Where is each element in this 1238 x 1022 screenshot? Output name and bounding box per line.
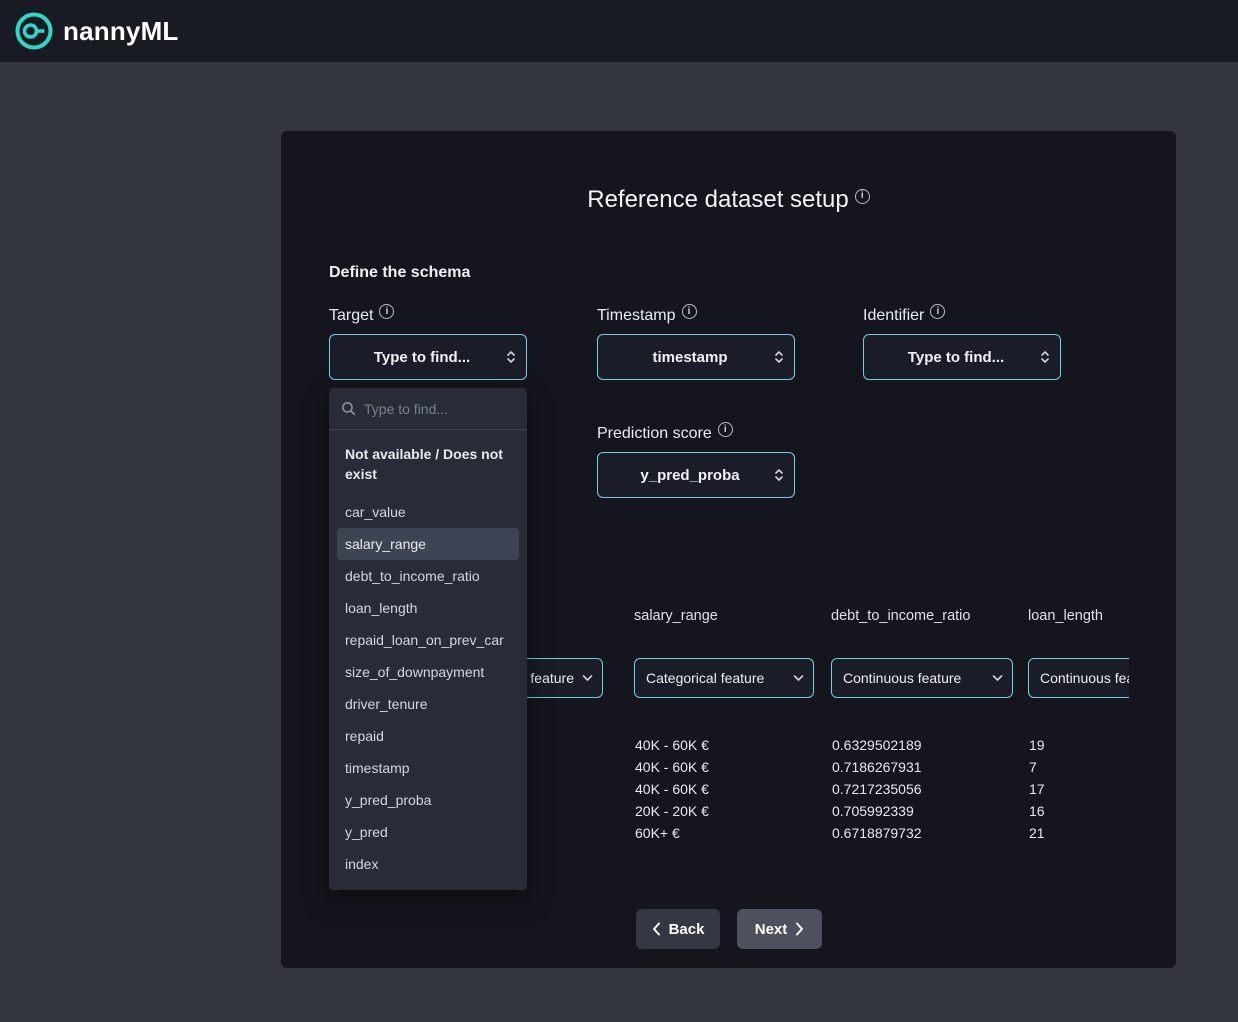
timestamp-select-value: timestamp	[638, 349, 753, 366]
table-cell: 19	[1029, 734, 1045, 756]
dropdown-option[interactable]: debt_to_income_ratio	[337, 560, 519, 592]
back-button[interactable]: Back	[636, 909, 720, 949]
dropdown-option-list: Not available / Does not exist car_value…	[329, 430, 527, 890]
next-button-label: Next	[755, 921, 788, 938]
column-cells: 19 7 17 16 21	[1029, 734, 1045, 844]
table-cell: 7	[1029, 756, 1045, 778]
table-cell: 16	[1029, 800, 1045, 822]
table-cell: 0.705992339	[832, 800, 922, 822]
prediction-score-label: Prediction score	[597, 425, 712, 442]
dropdown-option[interactable]: repaid	[337, 720, 519, 752]
prediction-score-field: Prediction score i y_pred_proba	[597, 422, 795, 498]
dropdown-option[interactable]: y_pred	[337, 816, 519, 848]
column-cells: 0.6329502189 0.7186267931 0.7217235056 0…	[832, 734, 922, 844]
target-field: Targeti Type to find...	[329, 304, 527, 380]
chevron-right-icon	[795, 922, 804, 936]
target-select[interactable]: Type to find...	[329, 334, 527, 380]
feature-type-value: Continuous feature	[1029, 670, 1129, 686]
chevron-down-icon	[992, 674, 1003, 682]
updown-chevron-icon	[1039, 348, 1051, 366]
table-cell: 0.6329502189	[832, 734, 922, 756]
column-header: salary_range	[634, 608, 718, 624]
dropdown-option[interactable]: repaid_loan_on_prev_car	[337, 624, 519, 656]
column-cells: 40K - 60K € 40K - 60K € 40K - 60K € 20K …	[635, 734, 709, 844]
table-cell: 0.6718879732	[832, 822, 922, 844]
identifier-label: Identifier	[863, 307, 924, 324]
title-info-icon[interactable]: i	[855, 189, 870, 204]
nannyml-logo-icon	[14, 11, 54, 51]
dropdown-option[interactable]: loan_length	[337, 592, 519, 624]
dropdown-option[interactable]: size_of_downpayment	[337, 656, 519, 688]
target-info-icon[interactable]: i	[379, 304, 394, 319]
table-column-loan-length: loan_length Continuous feature 19 7 17 1…	[1028, 601, 1129, 871]
timestamp-label: Timestamp	[597, 307, 676, 324]
dropdown-search	[329, 388, 527, 430]
timestamp-select[interactable]: timestamp	[597, 334, 795, 380]
chevron-down-icon	[793, 674, 804, 682]
identifier-select-value: Type to find...	[894, 349, 1030, 366]
prediction-score-select[interactable]: y_pred_proba	[597, 452, 795, 498]
navbar: nannyML	[0, 0, 1238, 62]
feature-type-value: Categorical feature	[635, 670, 793, 686]
dropdown-option[interactable]: index	[337, 848, 519, 880]
brand-name: nannyML	[63, 16, 179, 47]
table-cell: 40K - 60K €	[635, 734, 709, 756]
back-button-label: Back	[669, 921, 705, 938]
table-cell: 0.7217235056	[832, 778, 922, 800]
table-cell: 40K - 60K €	[635, 778, 709, 800]
timestamp-info-icon[interactable]: i	[682, 304, 697, 319]
chevron-down-icon	[582, 674, 593, 682]
chevron-left-icon	[652, 922, 661, 936]
identifier-select[interactable]: Type to find...	[863, 334, 1061, 380]
table-cell: 17	[1029, 778, 1045, 800]
timestamp-field: Timestamp i timestamp	[597, 304, 795, 380]
table-column-salary-range: salary_range Categorical feature 40K - 6…	[634, 601, 814, 871]
table-cell: 20K - 20K €	[635, 800, 709, 822]
table-cell: 0.7186267931	[832, 756, 922, 778]
salary-range-feature-type-select[interactable]: Categorical feature	[634, 658, 814, 698]
dropdown-search-input[interactable]	[364, 401, 515, 417]
prediction-score-select-value: y_pred_proba	[626, 467, 765, 484]
table-column-debt-to-income-ratio: debt_to_income_ratio Continuous feature …	[831, 601, 1013, 871]
prediction-score-info-icon[interactable]: i	[718, 422, 733, 437]
dropdown-option[interactable]: driver_tenure	[337, 688, 519, 720]
reference-dataset-card: Reference dataset setup i Define the sche…	[281, 131, 1176, 968]
identifier-field: Identifier i Type to find...	[863, 304, 1061, 380]
dropdown-option-highlighted[interactable]: salary_range	[337, 528, 519, 560]
target-dropdown-panel: Not available / Does not exist car_value…	[329, 388, 527, 890]
dropdown-option-not-available[interactable]: Not available / Does not exist	[337, 440, 519, 496]
target-select-value: Type to find...	[360, 349, 496, 366]
feature-type-value: Continuous feature	[832, 670, 992, 686]
dropdown-option[interactable]: timestamp	[337, 752, 519, 784]
identifier-info-icon[interactable]: i	[930, 304, 945, 319]
loan-length-feature-type-select[interactable]: Continuous feature	[1028, 658, 1129, 698]
table-cell: 60K+ €	[635, 822, 709, 844]
target-label: Target	[329, 307, 373, 324]
column-header: loan_length	[1028, 608, 1103, 624]
table-cell: 21	[1029, 822, 1045, 844]
dropdown-option[interactable]: y_pred_proba	[337, 784, 519, 816]
section-heading: Define the schema	[329, 264, 470, 282]
next-button[interactable]: Next	[737, 909, 822, 949]
search-icon	[341, 401, 356, 416]
column-header: debt_to_income_ratio	[831, 608, 970, 624]
page-title: Reference dataset setup	[587, 186, 849, 213]
updown-chevron-icon	[773, 466, 785, 484]
updown-chevron-icon	[773, 348, 785, 366]
updown-chevron-icon	[505, 348, 517, 366]
debt-to-income-ratio-feature-type-select[interactable]: Continuous feature	[831, 658, 1013, 698]
dropdown-option[interactable]: car_value	[337, 496, 519, 528]
brand: nannyML	[14, 11, 179, 51]
table-cell: 40K - 60K €	[635, 756, 709, 778]
